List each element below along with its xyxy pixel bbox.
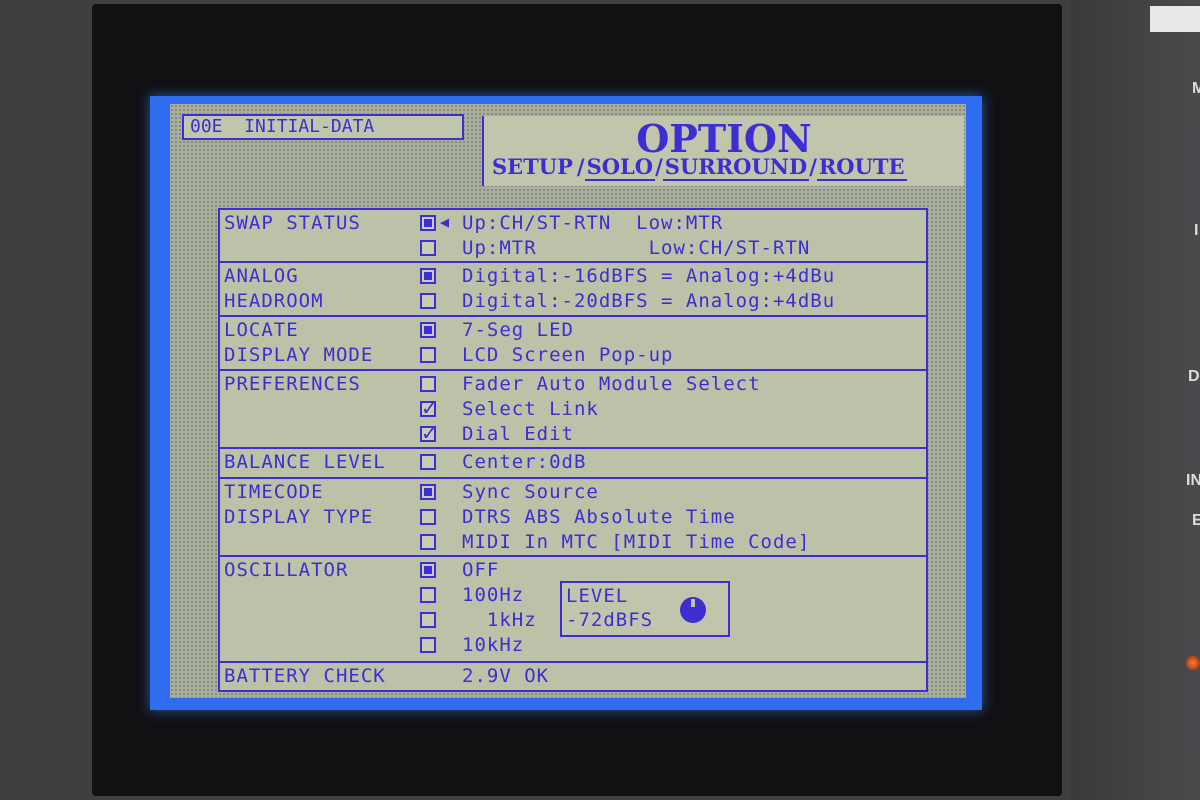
- tab-separator: /: [655, 154, 663, 179]
- settings-table: SWAP STATUS ◀ Up:CH/ST-RTN Low:MTR Up:MTR L…: [218, 208, 928, 692]
- option-label: Sync Source: [462, 481, 599, 503]
- radio-selected[interactable]: [420, 322, 436, 338]
- tab-separator: /: [809, 154, 817, 179]
- radio-selected[interactable]: [420, 215, 436, 231]
- option-label: Digital:-20dBFS = Analog:+4dBu: [462, 290, 836, 312]
- setting-option[interactable]: 10kHz: [420, 634, 910, 656]
- cursor-arrow-icon: ◀: [440, 213, 451, 231]
- level-knob-icon[interactable]: [680, 597, 706, 623]
- setting-option[interactable]: Center:0dB: [420, 451, 910, 473]
- level-label: LEVEL: [566, 585, 629, 607]
- option-label: Dial Edit: [462, 423, 574, 445]
- radio-unselected[interactable]: [420, 587, 436, 603]
- option-label: 100Hz: [462, 584, 525, 606]
- lcd-panel: 00E INITIAL-DATA OPTION SETUP/SOLO/SURRO…: [170, 104, 966, 698]
- radio-unselected[interactable]: [420, 240, 436, 256]
- option-label: Up:MTR Low:CH/ST-RTN: [462, 237, 811, 259]
- tab-solo[interactable]: SOLO: [584, 154, 656, 181]
- row-label: SWAP STATUS: [224, 212, 361, 234]
- settings-row: BALANCE LEVEL Center:0dB: [220, 449, 926, 479]
- bezel-label: M: [1192, 80, 1200, 97]
- row-label: TIMECODE: [224, 481, 324, 503]
- setting-option: 2.9V OK: [420, 665, 910, 687]
- tab-surround[interactable]: SURROUND: [662, 154, 810, 181]
- setting-option[interactable]: Sync Source: [420, 481, 910, 503]
- radio-selected[interactable]: [420, 268, 436, 284]
- setting-option[interactable]: Dial Edit: [420, 421, 910, 445]
- level-value: -72dBFS: [566, 609, 654, 631]
- tab-setup[interactable]: SETUP: [488, 154, 577, 179]
- settings-row: TIMECODE DISPLAY TYPE Sync Source DTRS ABS …: [220, 479, 926, 557]
- status-led: [1186, 656, 1200, 670]
- option-label: OFF: [462, 559, 500, 581]
- setting-option[interactable]: Fader Auto Module Select: [420, 373, 910, 395]
- settings-row: OSCILLATOR OFF 100Hz 1kHz 10kHz LEVEL -72dBFS: [220, 557, 926, 663]
- bezel-label: I: [1194, 222, 1199, 239]
- option-label: 10kHz: [462, 634, 525, 656]
- option-label: 1kHz: [462, 609, 537, 631]
- setting-option[interactable]: ◀ Up:CH/ST-RTN Low:MTR: [420, 212, 910, 234]
- checkbox-checked[interactable]: [420, 421, 439, 445]
- option-label: DTRS ABS Absolute Time: [462, 506, 736, 528]
- tab-separator: /: [576, 154, 585, 179]
- row-label: DISPLAY TYPE: [224, 506, 374, 528]
- option-label: MIDI In MTC [MIDI Time Code]: [462, 531, 811, 553]
- checkbox-checked[interactable]: [420, 396, 439, 420]
- option-label: Center:0dB: [462, 451, 587, 473]
- settings-row: SWAP STATUS ◀ Up:CH/ST-RTN Low:MTR Up:MTR L…: [220, 210, 926, 263]
- option-label: Select Link: [462, 398, 599, 420]
- radio-unselected[interactable]: [420, 509, 436, 525]
- option-label: Digital:-16dBFS = Analog:+4dBu: [462, 265, 836, 287]
- option-label: LCD Screen Pop-up: [462, 344, 674, 366]
- row-label: HEADROOM: [224, 290, 324, 312]
- bezel-label: IN: [1186, 472, 1200, 489]
- row-label: DISPLAY MODE: [224, 344, 374, 366]
- row-label: LOCATE: [224, 319, 299, 341]
- settings-row: ANALOG HEADROOM Digital:-16dBFS = Analog:+…: [220, 263, 926, 317]
- setting-option[interactable]: 7-Seg LED: [420, 319, 910, 341]
- radio-unselected[interactable]: [420, 347, 436, 363]
- radio-selected[interactable]: [420, 484, 436, 500]
- row-label: OSCILLATOR: [224, 559, 349, 581]
- settings-row: LOCATE DISPLAY MODE 7-Seg LED LCD Screen Po…: [220, 317, 926, 371]
- bezel-plate: [1150, 6, 1200, 32]
- setting-option[interactable]: LCD Screen Pop-up: [420, 344, 910, 366]
- option-label: 2.9V OK: [462, 665, 550, 687]
- bezel-label: D: [1188, 368, 1200, 385]
- setting-option[interactable]: DTRS ABS Absolute Time: [420, 506, 910, 528]
- radio-unselected[interactable]: [420, 637, 436, 653]
- radio-unselected[interactable]: [420, 454, 436, 470]
- setting-option[interactable]: MIDI In MTC [MIDI Time Code]: [420, 531, 910, 553]
- lcd-display: 00E INITIAL-DATA OPTION SETUP/SOLO/SURRO…: [150, 96, 982, 710]
- oscillator-level-box[interactable]: LEVEL -72dBFS: [560, 581, 730, 637]
- option-label: Fader Auto Module Select: [462, 373, 761, 395]
- radio-unselected[interactable]: [420, 376, 436, 392]
- settings-row: BATTERY CHECK 2.9V OK: [220, 663, 926, 692]
- scene-indicator[interactable]: 00E INITIAL-DATA: [182, 114, 464, 140]
- setting-option[interactable]: Digital:-16dBFS = Analog:+4dBu: [420, 265, 910, 287]
- radio-unselected[interactable]: [420, 534, 436, 550]
- settings-row: PREFERENCES Fader Auto Module Select Selec…: [220, 371, 926, 449]
- tab-bar: SETUP/SOLO/SURROUND/ROUTE: [488, 154, 907, 181]
- radio-selected[interactable]: [420, 562, 436, 578]
- row-label: PREFERENCES: [224, 373, 361, 395]
- option-label: Up:CH/ST-RTN Low:MTR: [462, 212, 724, 234]
- mixer-bezel: [1070, 0, 1200, 800]
- radio-unselected[interactable]: [420, 293, 436, 309]
- setting-option[interactable]: OFF: [420, 559, 910, 581]
- option-label: 7-Seg LED: [462, 319, 574, 341]
- row-label: BATTERY CHECK: [224, 665, 386, 687]
- tab-route[interactable]: ROUTE: [816, 154, 907, 181]
- row-label: BALANCE LEVEL: [224, 451, 386, 473]
- row-label: ANALOG: [224, 265, 299, 287]
- radio-unselected[interactable]: [420, 612, 436, 628]
- setting-option[interactable]: Select Link: [420, 396, 910, 420]
- bezel-label: E: [1192, 512, 1200, 529]
- setting-option[interactable]: Digital:-20dBFS = Analog:+4dBu: [420, 290, 910, 312]
- setting-option[interactable]: Up:MTR Low:CH/ST-RTN: [420, 237, 910, 259]
